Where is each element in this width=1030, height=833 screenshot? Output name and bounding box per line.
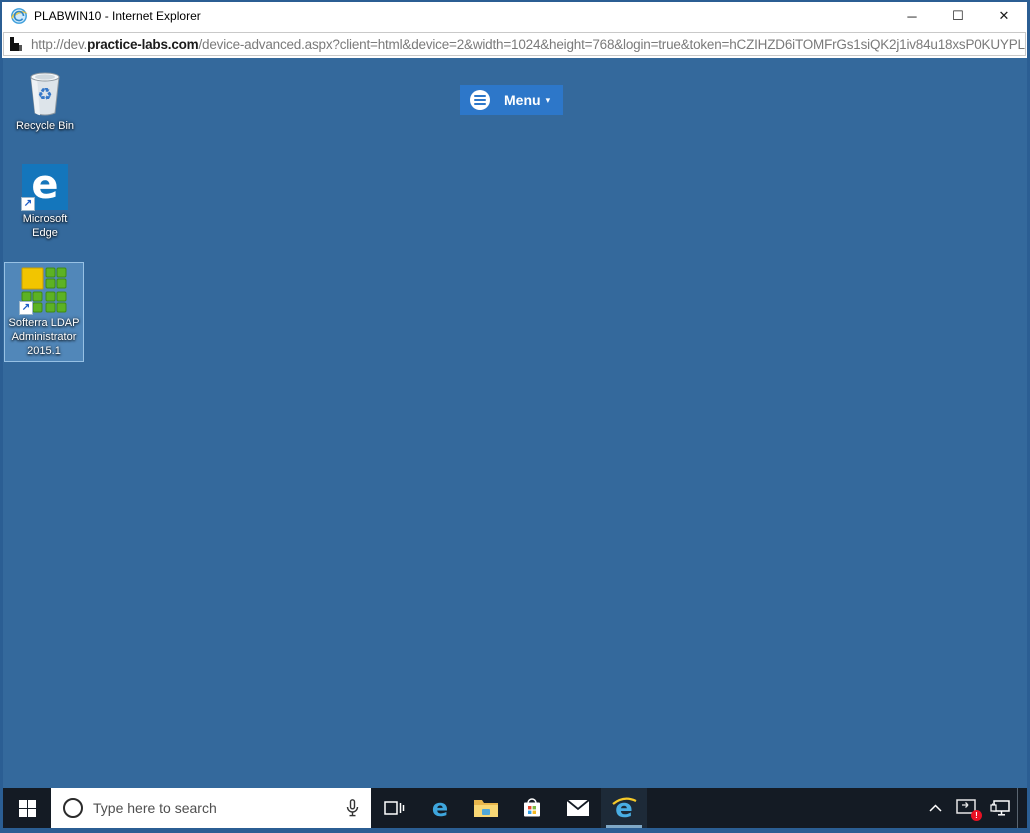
mail-icon	[565, 798, 591, 818]
practice-labs-favicon	[9, 36, 24, 52]
url-text: http://dev.practice-labs.com/device-adva…	[31, 37, 1026, 52]
store-icon	[520, 796, 544, 820]
network-icon	[990, 799, 1010, 817]
menu-label: Menu	[504, 92, 541, 108]
task-view-icon	[383, 797, 405, 819]
tray-attention-button[interactable]: !	[949, 788, 983, 828]
url-input[interactable]: http://dev.practice-labs.com/device-adva…	[3, 32, 1026, 56]
notification-badge-icon: !	[971, 810, 982, 821]
taskbar-search-input[interactable]: Type here to search	[51, 788, 371, 828]
microphone-icon[interactable]	[346, 799, 359, 817]
hamburger-circle-icon	[470, 90, 490, 110]
start-button[interactable]	[3, 788, 51, 828]
icon-label: Softerra LDAP Administrator 2015.1	[7, 317, 81, 358]
minimize-button[interactable]: ─	[889, 2, 935, 30]
url-prefix: http://dev.	[31, 37, 87, 52]
microsoft-edge-icon: e	[427, 795, 453, 821]
desktop-icon-microsoft-edge[interactable]: e ↗ Microsoft Edge	[9, 161, 81, 244]
svg-text:e: e	[432, 795, 448, 821]
desktop-icon-recycle-bin[interactable]: ♻ Recycle Bin	[9, 66, 81, 137]
remote-desktop: Menu ▾ ♻ Recycle Bin e ↗ Microsoft Edge	[3, 58, 1027, 828]
internet-explorer-icon	[10, 7, 28, 25]
desktop-icon-softerra-ldap-administrator[interactable]: ↗ Softerra LDAP Administrator 2015.1	[4, 262, 84, 362]
url-domain: practice-labs.com	[87, 37, 198, 52]
lab-menu-button[interactable]: Menu ▾	[460, 85, 563, 115]
icon-label: Microsoft Edge	[11, 213, 79, 241]
window-title: PLABWIN10 - Internet Explorer	[34, 9, 889, 23]
address-bar: http://dev.practice-labs.com/device-adva…	[2, 30, 1027, 58]
chevron-up-icon	[929, 804, 942, 812]
svg-text:♻: ♻	[37, 85, 52, 105]
taskbar-store-button[interactable]	[509, 788, 555, 828]
taskbar-internet-explorer-button[interactable]: e	[601, 788, 647, 828]
window-titlebar: PLABWIN10 - Internet Explorer ─ ☐ ✕	[2, 2, 1027, 30]
task-view-button[interactable]	[371, 788, 417, 828]
url-path: /device-advanced.aspx?client=html&device…	[199, 37, 1027, 52]
softerra-grid-icon: ↗	[20, 266, 68, 314]
maximize-button[interactable]: ☐	[935, 2, 981, 30]
tray-chevron-up-button[interactable]	[922, 788, 949, 828]
windows-logo-icon	[19, 800, 36, 817]
close-button[interactable]: ✕	[981, 2, 1027, 30]
taskbar-file-explorer-button[interactable]	[463, 788, 509, 828]
icon-label: Recycle Bin	[16, 120, 74, 134]
taskbar-mail-button[interactable]	[555, 788, 601, 828]
shortcut-arrow-icon: ↗	[21, 197, 35, 211]
chevron-down-icon: ▾	[546, 95, 551, 106]
active-app-indicator	[606, 825, 642, 828]
cortana-icon	[63, 798, 83, 818]
internet-explorer-icon: e	[610, 794, 638, 822]
tray-network-button[interactable]	[983, 788, 1017, 828]
show-desktop-button[interactable]	[1017, 788, 1023, 828]
edge-tile-icon: e ↗	[22, 164, 68, 210]
shortcut-arrow-icon: ↗	[19, 301, 33, 315]
file-explorer-icon	[473, 797, 499, 819]
taskbar-edge-button[interactable]: e	[417, 788, 463, 828]
recycle-bin-icon: ♻	[23, 69, 67, 117]
system-tray: !	[922, 788, 1027, 828]
taskbar: Type here to search e	[3, 788, 1027, 828]
search-placeholder: Type here to search	[93, 800, 334, 816]
